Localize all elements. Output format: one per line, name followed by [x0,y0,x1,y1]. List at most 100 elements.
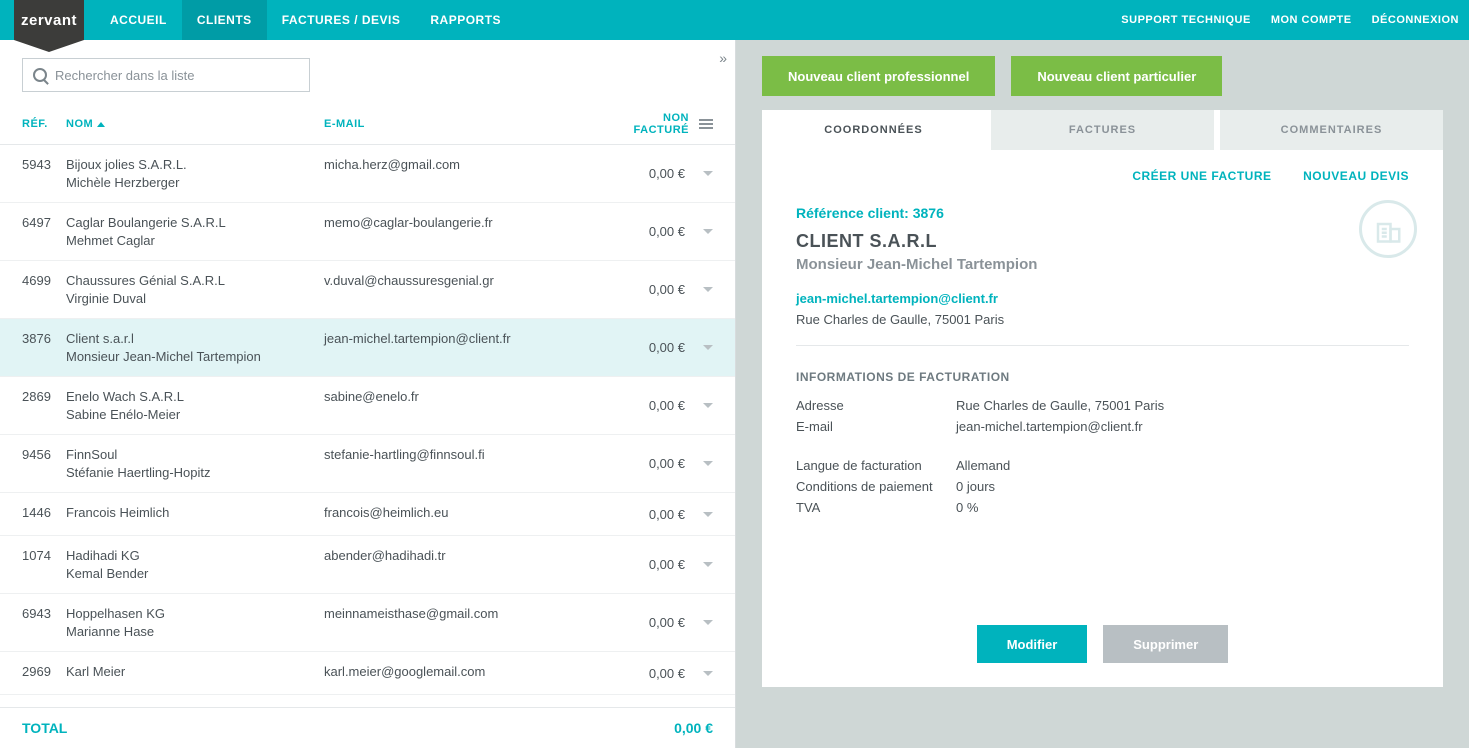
client-row[interactable]: 6943Hoppelhasen KGMarianne Hasemeinnamei… [0,594,735,652]
tab-factures[interactable]: FACTURES [991,110,1214,150]
col-email[interactable]: E-MAIL [324,118,613,130]
row-amount: 0,00 € [649,557,685,572]
row-contact: Kemal Bender [66,566,324,581]
create-invoice-link[interactable]: CRÉER UNE FACTURE [1132,169,1271,183]
row-menu-icon[interactable] [703,345,713,350]
row-email: karl.meier@googlemail.com [324,664,613,682]
new-quote-link[interactable]: NOUVEAU DEVIS [1303,169,1409,183]
row-ref: 5943 [22,157,66,190]
detail-pane: Nouveau client professionnel Nouveau cli… [736,40,1469,748]
row-email: micha.herz@gmail.com [324,157,613,190]
billing-email-value: jean-michel.tartempion@client.fr [956,419,1143,434]
row-name: Client s.a.r.l [66,331,324,346]
row-contact: Sabine Enélo-Meier [66,407,324,422]
row-ref: 6943 [22,606,66,639]
column-menu-icon[interactable] [699,119,713,129]
row-name: Enelo Wach S.A.R.L [66,389,324,404]
nav-compte[interactable]: MON COMPTE [1261,0,1362,40]
row-amount: 0,00 € [649,456,685,471]
client-email-link[interactable]: jean-michel.tartempion@client.fr [796,291,1409,306]
client-row[interactable]: 9456FinnSoulStéfanie Haertling-Hopitzste… [0,435,735,493]
total-label: TOTAL [22,720,67,736]
billing-lang-label: Langue de facturation [796,458,956,473]
row-ref: 4699 [22,273,66,306]
row-menu-icon[interactable] [703,671,713,676]
client-panel: COORDONNÉES FACTURES COMMENTAIRES CRÉER … [762,110,1443,687]
logo[interactable]: zervant [0,0,95,40]
client-list[interactable]: 5943Bijoux jolies S.A.R.L.Michèle Herzbe… [0,145,735,707]
col-nom[interactable]: NOM [66,118,324,130]
row-name: Hadihadi KG [66,548,324,563]
search-input[interactable] [55,68,299,83]
billing-terms-label: Conditions de paiement [796,479,956,494]
row-ref: 6497 [22,215,66,248]
nav-clients[interactable]: CLIENTS [182,0,267,40]
row-amount: 0,00 € [649,398,685,413]
billing-section-title: INFORMATIONS DE FACTURATION [796,370,1409,384]
logo-text: zervant [14,0,84,40]
sort-asc-icon [97,122,105,127]
delete-button[interactable]: Supprimer [1103,625,1228,663]
client-row[interactable]: 3876Client s.a.r.lMonsieur Jean-Michel T… [0,319,735,377]
row-amount: 0,00 € [649,224,685,239]
tab-coordonnees[interactable]: COORDONNÉES [762,110,985,150]
topbar: zervant ACCUEIL CLIENTS FACTURES / DEVIS… [0,0,1469,40]
row-contact: Mehmet Caglar [66,233,324,248]
row-amount: 0,00 € [649,166,685,181]
new-pro-client-button[interactable]: Nouveau client professionnel [762,56,995,96]
col-nonfacture-label: NON FACTURÉ [613,112,689,136]
row-email: stefanie-hartling@finnsoul.fi [324,447,613,480]
row-menu-icon[interactable] [703,403,713,408]
row-contact: Michèle Herzberger [66,175,324,190]
row-menu-icon[interactable] [703,562,713,567]
row-name: Chaussures Génial S.A.R.L [66,273,324,288]
row-menu-icon[interactable] [703,287,713,292]
client-row[interactable]: 2869Enelo Wach S.A.R.LSabine Enélo-Meier… [0,377,735,435]
row-amount: 0,00 € [649,282,685,297]
row-email: v.duval@chaussuresgenial.gr [324,273,613,306]
nav-logout[interactable]: DÉCONNEXION [1362,0,1469,40]
nav-rapports[interactable]: RAPPORTS [415,0,516,40]
row-menu-icon[interactable] [703,171,713,176]
client-row[interactable]: 4699Chaussures Génial S.A.R.LVirginie Du… [0,261,735,319]
tab-commentaires[interactable]: COMMENTAIRES [1220,110,1443,150]
client-reference: Référence client: 3876 [796,205,1409,221]
row-name: Caglar Boulangerie S.A.R.L [66,215,324,230]
client-list-pane: » RÉF. NOM E-MAIL NON FACTURÉ 5943Bijoux… [0,40,736,748]
col-ref[interactable]: RÉF. [22,118,66,130]
collapse-icon[interactable]: » [719,50,727,66]
client-row[interactable]: 6497Caglar Boulangerie S.A.R.L Mehmet Cag… [0,203,735,261]
row-email: sabine@enelo.fr [324,389,613,422]
row-name: Karl Meier [66,664,324,679]
client-row[interactable]: 1074Hadihadi KGKemal Benderabender@hadih… [0,536,735,594]
row-ref: 2969 [22,664,66,682]
billing-vat-value: 0 % [956,500,978,515]
client-row[interactable]: 5943Bijoux jolies S.A.R.L.Michèle Herzbe… [0,145,735,203]
main-nav: ACCUEIL CLIENTS FACTURES / DEVIS RAPPORT… [95,0,516,40]
client-row[interactable]: 1446Francois Heimlichfrancois@heimlich.e… [0,493,735,536]
row-menu-icon[interactable] [703,620,713,625]
nav-support[interactable]: SUPPORT TECHNIQUE [1111,0,1261,40]
row-menu-icon[interactable] [703,229,713,234]
row-email: jean-michel.tartempion@client.fr [324,331,613,364]
row-amount: 0,00 € [649,507,685,522]
col-nonfacture[interactable]: NON FACTURÉ [613,112,713,136]
billing-vat-label: TVA [796,500,956,515]
row-menu-icon[interactable] [703,512,713,517]
list-header: RÉF. NOM E-MAIL NON FACTURÉ [0,102,735,145]
row-menu-icon[interactable] [703,461,713,466]
search-box[interactable] [22,58,310,92]
row-contact: Stéfanie Haertling-Hopitz [66,465,324,480]
new-particular-client-button[interactable]: Nouveau client particulier [1011,56,1222,96]
total-value: 0,00 € [674,720,713,736]
row-ref: 3876 [22,331,66,364]
row-amount: 0,00 € [649,615,685,630]
nav-accueil[interactable]: ACCUEIL [95,0,182,40]
client-row[interactable]: 2969Karl Meierkarl.meier@googlemail.com0… [0,652,735,695]
modify-button[interactable]: Modifier [977,625,1088,663]
row-name: Francois Heimlich [66,505,324,520]
row-ref: 1446 [22,505,66,523]
billing-addr-label: Adresse [796,398,956,413]
total-bar: TOTAL 0,00 € [0,707,735,748]
nav-factures[interactable]: FACTURES / DEVIS [267,0,416,40]
